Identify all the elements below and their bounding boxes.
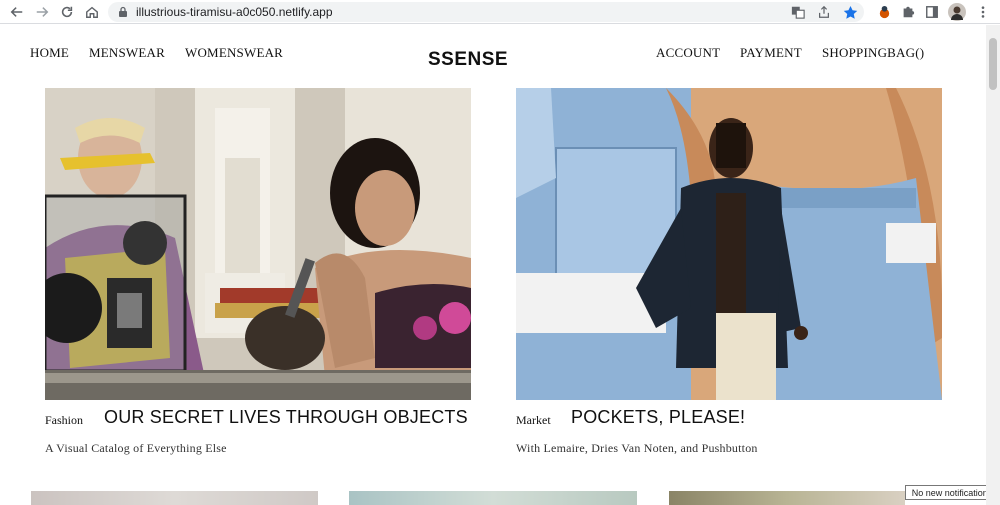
translate-icon[interactable] <box>790 4 806 20</box>
kebab-menu-icon[interactable] <box>973 2 993 22</box>
nav-shopping-bag[interactable]: SHOPPINGBAG() <box>822 45 924 61</box>
bookmark-star-icon[interactable] <box>842 4 858 20</box>
site-logo[interactable]: SSENSE <box>428 49 508 71</box>
home-icon <box>86 6 98 18</box>
feature-title[interactable]: OUR SECRET LIVES THROUGH OBJECTS <box>104 407 468 428</box>
feature-category[interactable]: Fashion <box>45 413 83 428</box>
avatar[interactable] <box>947 2 967 22</box>
feature-image-objects[interactable] <box>45 88 471 400</box>
lock-icon <box>119 6 127 17</box>
feature-subtitle: A Visual Catalog of Everything Else <box>45 441 227 455</box>
sidepanel-icon[interactable] <box>922 2 942 22</box>
nav-menswear[interactable]: MENSWEAR <box>89 45 165 61</box>
puzzle-icon[interactable] <box>898 2 918 22</box>
feature-category[interactable]: Market <box>516 413 551 428</box>
browser-toolbar: illustrious-tiramisu-a0c050.netlify.app <box>0 0 1000 24</box>
card-image[interactable] <box>349 491 637 505</box>
extension-icon[interactable] <box>874 2 894 22</box>
nav-womenswear[interactable]: WOMENSWEAR <box>185 45 283 61</box>
nav-account[interactable]: ACCOUNT <box>656 45 720 61</box>
url-text: illustrious-tiramisu-a0c050.netlify.app <box>136 5 333 19</box>
forward-button[interactable] <box>30 0 54 24</box>
address-bar[interactable]: illustrious-tiramisu-a0c050.netlify.app <box>108 2 864 22</box>
reload-button[interactable] <box>55 0 79 24</box>
feature-image-pockets[interactable] <box>516 88 942 400</box>
nav-home[interactable]: HOME <box>30 45 69 61</box>
card-image[interactable] <box>669 491 905 505</box>
nav-payment[interactable]: PAYMENT <box>740 45 802 61</box>
back-icon <box>10 7 23 17</box>
scrollbar-thumb[interactable] <box>989 38 997 90</box>
forward-icon <box>36 7 49 17</box>
feature-subtitle: With Lemaire, Dries Van Noten, and Pushb… <box>516 441 758 455</box>
notification-tooltip: No new notifications <box>905 485 999 500</box>
reload-icon <box>61 6 73 18</box>
card-image[interactable] <box>31 491 318 505</box>
back-button[interactable] <box>5 0 29 24</box>
share-icon[interactable] <box>816 4 832 20</box>
page-scrollbar[interactable] <box>986 25 1000 505</box>
home-button[interactable] <box>80 0 104 24</box>
feature-title[interactable]: POCKETS, PLEASE! <box>571 407 745 428</box>
